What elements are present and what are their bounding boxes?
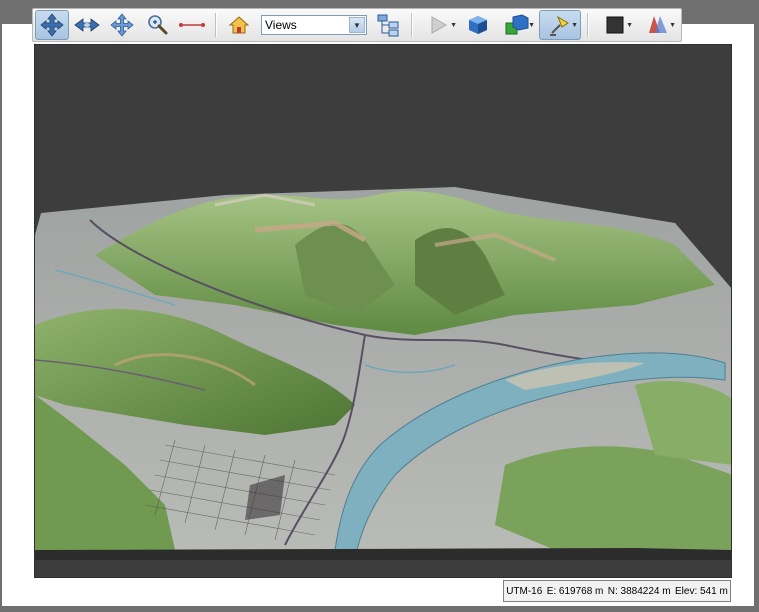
light-icon xyxy=(550,15,569,36)
toolbar-separator xyxy=(411,13,413,37)
pan-tool-button[interactable] xyxy=(105,10,139,40)
navigate-tool-button[interactable] xyxy=(35,10,69,40)
lighting-button[interactable]: ▼ xyxy=(539,10,581,40)
fly-tool-button[interactable] xyxy=(70,10,104,40)
chevron-down-icon[interactable]: ▼ xyxy=(349,17,365,33)
tree-icon xyxy=(377,14,399,37)
zoom-tool-button[interactable] xyxy=(140,10,174,40)
layers-button[interactable]: ▼ xyxy=(496,10,538,40)
terrain-render xyxy=(35,187,731,560)
views-dropdown[interactable]: Views ▼ xyxy=(261,15,367,35)
chevron-down-icon[interactable]: ▼ xyxy=(450,22,457,29)
toolbar: Views ▼ ▼ ▼ ▼ ▼ ▼ xyxy=(32,8,682,42)
layer-tree-button[interactable] xyxy=(371,10,405,40)
status-bar: UTM-16 E: 619768 m N: 3884224 m Elev: 54… xyxy=(503,580,731,602)
fly-icon xyxy=(74,18,100,32)
status-easting: E: 619768 m xyxy=(546,585,604,597)
measure-icon xyxy=(179,23,205,27)
status-utm-zone: UTM-16 xyxy=(506,585,543,597)
chevron-down-icon[interactable]: ▼ xyxy=(669,22,676,29)
toolbar-separator xyxy=(587,13,589,37)
views-dropdown-value: Views xyxy=(265,18,297,32)
home-button[interactable] xyxy=(222,10,256,40)
measure-tool-button[interactable] xyxy=(175,10,209,40)
3d-map-viewport[interactable] xyxy=(34,44,732,578)
chevron-down-icon[interactable]: ▼ xyxy=(571,22,578,29)
3d-object-button[interactable] xyxy=(461,10,495,40)
play-icon xyxy=(431,16,448,34)
status-elevation: Elev: 541 m xyxy=(674,585,728,597)
toolbar-separator xyxy=(215,13,217,37)
chevron-down-icon[interactable]: ▼ xyxy=(528,22,535,29)
chevron-down-icon[interactable]: ▼ xyxy=(626,22,633,29)
color-swatch-icon xyxy=(606,16,624,34)
cube-icon xyxy=(469,16,487,34)
stereo-button[interactable]: ▼ xyxy=(637,10,679,40)
home-icon xyxy=(228,16,250,34)
anaglyph-icon xyxy=(649,16,667,33)
background-color-button[interactable]: ▼ xyxy=(594,10,636,40)
zoom-icon xyxy=(148,15,168,35)
navigate-icon xyxy=(40,13,64,37)
layer-cubes-icon xyxy=(505,14,529,35)
play-button[interactable]: ▼ xyxy=(418,10,460,40)
pan-icon xyxy=(110,13,134,37)
status-northing: N: 3884224 m xyxy=(607,585,671,597)
